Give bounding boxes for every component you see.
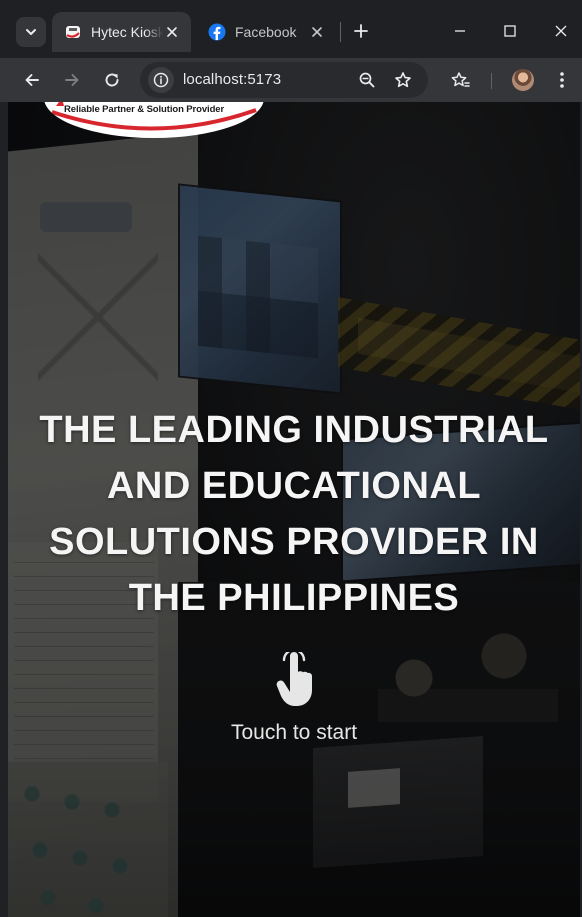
maximize-button[interactable]: [495, 18, 525, 44]
hero-headline: THE LEADING INDUSTRIAL AND EDUCATIONAL S…: [8, 402, 580, 626]
reload-icon: [105, 73, 119, 87]
bookmark-button[interactable]: [390, 67, 416, 93]
tab-close-button[interactable]: [308, 23, 326, 41]
zoom-button[interactable]: [354, 67, 380, 93]
tab-separator: [340, 22, 341, 42]
arrow-right-icon: [65, 74, 79, 86]
toolbar-divider: [491, 73, 492, 89]
logo-tagline: Reliable Partner & Solution Provider: [64, 104, 225, 115]
tab-close-button[interactable]: [163, 23, 181, 41]
touch-to-start-label: Touch to start: [230, 721, 358, 744]
kiosk-screen[interactable]: Reliable Partner & Solution Provider THE…: [8, 102, 580, 917]
kebab-menu-icon: [560, 72, 564, 88]
arrow-left-icon: [25, 74, 39, 86]
chevron-down-icon: [26, 29, 36, 35]
close-icon: [312, 27, 322, 37]
tab-hytec-kiosk[interactable]: Hytec Kiosk: [52, 12, 191, 52]
plus-icon: [354, 24, 368, 38]
forward-button[interactable]: [58, 66, 86, 94]
minimize-button[interactable]: [445, 18, 475, 44]
tab-search-button[interactable]: [16, 17, 46, 47]
bookmarks-menu-button[interactable]: [446, 66, 474, 94]
tab-facebook[interactable]: Facebook: [196, 12, 336, 52]
address-bar[interactable]: localhost:5173: [140, 62, 428, 98]
url-text[interactable]: localhost:5173: [183, 71, 281, 88]
browser-menu-button[interactable]: [548, 66, 576, 94]
info-icon: [153, 72, 169, 88]
hytec-favicon: [64, 23, 82, 41]
avatar[interactable]: [512, 69, 534, 91]
minimize-icon: [455, 30, 465, 32]
tab-title: Hytec Kiosk: [91, 24, 163, 40]
close-icon: [167, 27, 177, 37]
hand-pointer-icon: [276, 652, 312, 706]
touch-to-start-button[interactable]: Touch to start: [194, 652, 394, 752]
tab-title: Facebook: [235, 24, 297, 40]
star-icon: [395, 72, 411, 88]
browser-toolbar: localhost:5173: [0, 58, 582, 102]
new-tab-button[interactable]: [348, 18, 374, 44]
back-button[interactable]: [18, 66, 46, 94]
close-window-button[interactable]: [546, 18, 576, 44]
headline-line: SOLUTIONS PROVIDER IN: [49, 521, 539, 563]
bookmark-stars-icon: [451, 72, 470, 87]
browser-window: Hytec Kiosk Facebook localhost:5173 Reli…: [0, 0, 582, 917]
tab-strip: Hytec Kiosk Facebook: [0, 0, 582, 58]
close-icon: [555, 25, 567, 37]
reload-button[interactable]: [98, 66, 126, 94]
site-info-button[interactable]: [148, 67, 174, 93]
zoom-icon: [359, 72, 375, 88]
headline-line: THE LEADING INDUSTRIAL: [39, 409, 549, 451]
facebook-icon: [208, 23, 226, 41]
headline-line: THE PHILIPPINES: [128, 577, 460, 619]
company-logo: Reliable Partner & Solution Provider: [44, 102, 264, 138]
headline-line: AND EDUCATIONAL: [106, 465, 482, 507]
maximize-icon: [504, 25, 516, 37]
